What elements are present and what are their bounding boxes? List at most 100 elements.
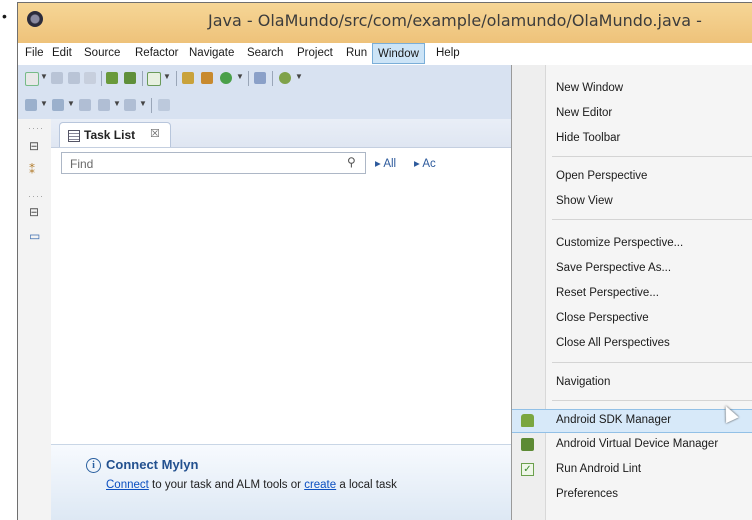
menu-window[interactable]: Window (372, 43, 425, 64)
dock-grip-icon[interactable]: ···· (28, 123, 44, 133)
menu-item-show-view[interactable]: Show View (512, 191, 752, 213)
menu-file[interactable]: File (25, 47, 44, 59)
menu-project[interactable]: Project (297, 47, 333, 59)
new-icon[interactable] (25, 72, 39, 86)
back-icon[interactable] (98, 99, 110, 111)
forward-icon[interactable] (124, 99, 136, 111)
toolbar-separator (248, 71, 249, 86)
connect-text-end: a local task (336, 479, 397, 491)
menu-edit[interactable]: Edit (52, 47, 72, 59)
eclipse-window: Java - OlaMundo/src/com/example/olamundo… (17, 2, 752, 520)
debug-dropdown-icon[interactable]: ▼ (295, 72, 303, 81)
menu-item-run-android-lint[interactable]: ✓ Run Android Lint (512, 459, 752, 481)
avd-icon (521, 438, 534, 451)
menu-item-android-sdk-manager[interactable]: Android SDK Manager (512, 409, 752, 433)
new-class-icon[interactable] (220, 72, 232, 84)
menu-item-label: New Window (556, 82, 624, 94)
info-icon: i (86, 458, 101, 473)
menu-item-close-perspective[interactable]: Close Perspective (512, 308, 752, 330)
menu-item-label: Hide Toolbar (556, 132, 621, 144)
task-list-icon (68, 130, 80, 142)
menu-run[interactable]: Run (346, 47, 367, 59)
menu-item-label: Preferences (556, 488, 619, 500)
next-annotation-icon[interactable] (25, 99, 37, 111)
android-sdk-icon (521, 414, 534, 427)
menu-item-new-editor[interactable]: New Editor (512, 103, 752, 125)
hierarchy-icon[interactable]: ⁑ (29, 163, 35, 177)
menu-item-save-perspective-as[interactable]: Save Perspective As... (512, 258, 752, 280)
last-edit-icon[interactable] (79, 99, 91, 111)
menu-item-label: Close All Perspectives (556, 337, 670, 349)
menu-item-label: Save Perspective As... (556, 262, 672, 274)
search-icon[interactable]: ⚲ (347, 155, 356, 169)
android-sdk-toolbar-icon[interactable] (106, 72, 118, 84)
dock-grip-icon[interactable]: ···· (28, 191, 44, 201)
find-placeholder: Find (70, 157, 94, 171)
debug-icon[interactable] (279, 72, 291, 84)
new-dropdown-icon[interactable]: ▼ (40, 72, 48, 81)
print-icon[interactable] (84, 72, 96, 84)
task-list-view: Task List ☒ Find ⚲ ▸ All ▸ Ac i Connect … (51, 119, 511, 520)
outline-icon[interactable]: ⊟ (29, 205, 39, 219)
package-explorer-icon[interactable]: ⊟ (29, 139, 39, 153)
avd-toolbar-icon[interactable] (124, 72, 136, 84)
view-icon[interactable]: ▭ (29, 229, 40, 243)
menu-item-close-all-perspectives[interactable]: Close All Perspectives (512, 333, 752, 355)
connect-link[interactable]: Connect (106, 479, 149, 491)
menu-item-preferences[interactable]: Preferences (512, 484, 752, 506)
filter-all-link[interactable]: ▸ All (375, 156, 396, 170)
menu-separator (552, 219, 752, 220)
view-tab-bar: Task List ☒ (51, 119, 511, 148)
menu-help[interactable]: Help (436, 47, 460, 59)
lint-dropdown-icon[interactable]: ▼ (163, 72, 171, 81)
menu-search[interactable]: Search (247, 47, 283, 59)
menu-item-open-perspective[interactable]: Open Perspective (512, 166, 752, 188)
connect-mylyn-panel: i Connect Mylyn Connect to your task and… (51, 444, 511, 520)
save-icon[interactable] (51, 72, 63, 84)
previous-annotation-dropdown-icon[interactable]: ▼ (67, 99, 75, 108)
toolbar-separator (142, 71, 143, 86)
connect-text-middle: to your task and ALM tools or (148, 479, 305, 491)
close-icon[interactable]: ☒ (150, 127, 160, 140)
toolbar-separator (151, 98, 152, 113)
menu-item-reset-perspective[interactable]: Reset Perspective... (512, 283, 752, 305)
toolbar-separator (176, 71, 177, 86)
menu-item-hide-toolbar[interactable]: Hide Toolbar (512, 128, 752, 150)
tab-task-list[interactable]: Task List ☒ (59, 122, 171, 147)
window-title: Java - OlaMundo/src/com/example/olamundo… (208, 11, 702, 30)
find-input[interactable]: Find ⚲ (61, 152, 366, 174)
save-all-icon[interactable] (68, 72, 80, 84)
menu-bar: File Edit Source Refactor Navigate Searc… (18, 43, 752, 65)
lint-toolbar-icon[interactable] (147, 72, 161, 86)
menu-item-android-virtual-device-manager[interactable]: Android Virtual Device Manager (512, 434, 752, 456)
previous-annotation-icon[interactable] (52, 99, 64, 111)
create-link[interactable]: create (304, 479, 336, 491)
menu-item-navigation[interactable]: Navigation (512, 372, 752, 394)
title-bar: Java - OlaMundo/src/com/example/olamundo… (18, 3, 752, 43)
menu-separator (552, 400, 752, 401)
left-dock: ···· ⊟ ⁑ ···· ⊟ ▭ (18, 119, 52, 520)
window-menu-dropdown: New Window New Editor Hide Toolbar Open … (511, 65, 752, 520)
connect-mylyn-text: Connect to your task and ALM tools or cr… (106, 479, 397, 491)
menu-item-label: Open Perspective (556, 170, 648, 182)
new-package-icon[interactable] (201, 72, 213, 84)
menu-item-customize-perspective[interactable]: Customize Perspective... (512, 233, 752, 255)
back-dropdown-icon[interactable]: ▼ (113, 99, 121, 108)
menu-navigate[interactable]: Navigate (189, 47, 234, 59)
forward-dropdown-icon[interactable]: ▼ (139, 99, 147, 108)
menu-item-label: Close Perspective (556, 312, 649, 324)
menu-item-label: Navigation (556, 376, 611, 388)
menu-separator (552, 156, 752, 157)
eclipse-icon[interactable] (27, 11, 43, 27)
pin-editor-icon[interactable] (158, 99, 170, 111)
menu-source[interactable]: Source (84, 47, 120, 59)
open-type-icon[interactable] (254, 72, 266, 84)
menu-refactor[interactable]: Refactor (135, 47, 178, 59)
new-project-icon[interactable] (182, 72, 194, 84)
next-annotation-dropdown-icon[interactable]: ▼ (40, 99, 48, 108)
new-class-dropdown-icon[interactable]: ▼ (236, 72, 244, 81)
filter-activate-link[interactable]: ▸ Ac (414, 156, 436, 170)
menu-item-label: Android SDK Manager (556, 414, 672, 426)
menu-item-new-window[interactable]: New Window (512, 78, 752, 100)
menu-item-label: Reset Perspective... (556, 287, 659, 299)
